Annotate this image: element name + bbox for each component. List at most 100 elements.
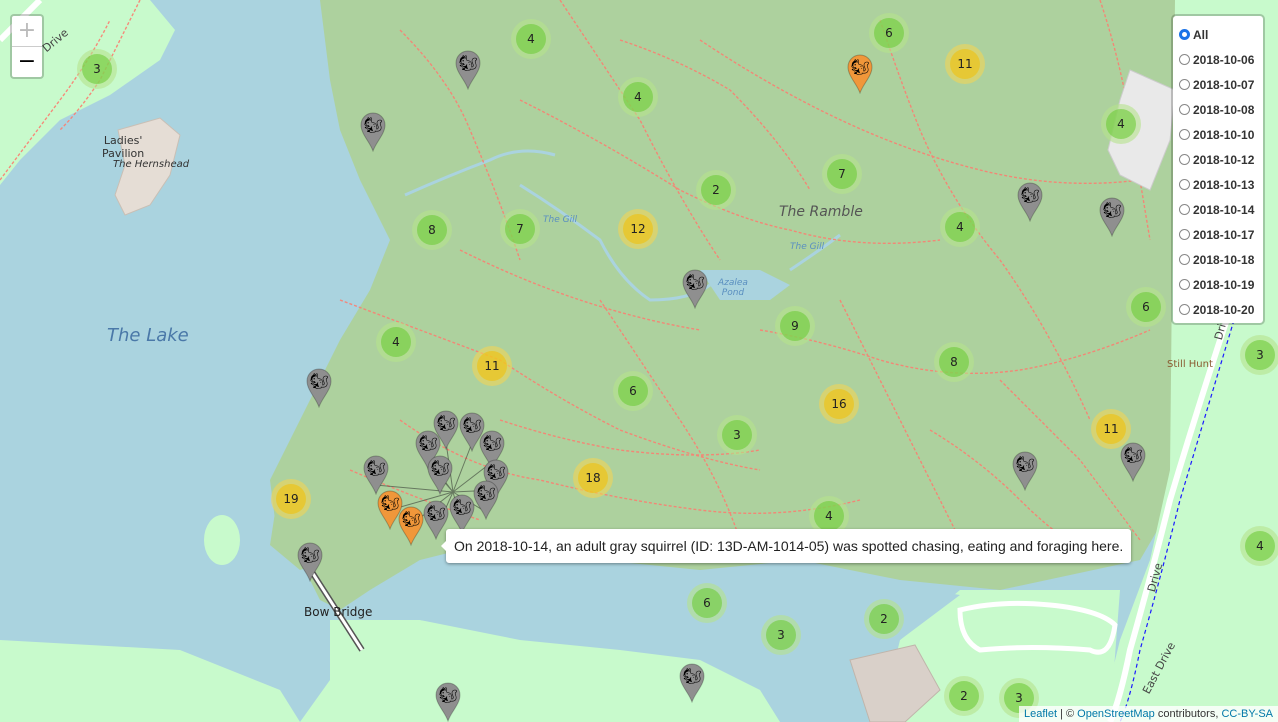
squirrel-marker[interactable]: 🐿 xyxy=(433,410,459,450)
marker-cluster[interactable]: 11 xyxy=(945,44,985,84)
squirrel-marker[interactable]: 🐿 xyxy=(306,368,332,408)
marker-cluster[interactable]: 8 xyxy=(934,342,974,382)
marker-cluster[interactable]: 4 xyxy=(1101,104,1141,144)
marker-cluster[interactable]: 9 xyxy=(775,306,815,346)
layer-option[interactable]: 2018-10-07 xyxy=(1179,72,1259,97)
layer-radio[interactable] xyxy=(1179,179,1190,190)
squirrel-marker[interactable]: 🐿 xyxy=(435,682,461,722)
layer-option[interactable]: 2018-10-19 xyxy=(1179,272,1259,297)
layer-radio[interactable] xyxy=(1179,154,1190,165)
squirrel-marker[interactable]: 🐿 xyxy=(427,455,453,495)
marker-cluster[interactable]: 4 xyxy=(618,77,658,117)
squirrel-marker[interactable]: 🐿 xyxy=(682,269,708,309)
cluster-count: 11 xyxy=(1096,414,1126,444)
squirrel-marker[interactable]: 🐿 xyxy=(1017,182,1043,222)
marker-cluster[interactable]: 7 xyxy=(822,154,862,194)
marker-cluster[interactable]: 19 xyxy=(271,479,311,519)
marker-cluster[interactable]: 3 xyxy=(761,615,801,655)
layer-radio[interactable] xyxy=(1179,304,1190,315)
cluster-count: 3 xyxy=(766,620,796,650)
marker-cluster[interactable]: 6 xyxy=(687,583,727,623)
layer-radio[interactable] xyxy=(1179,254,1190,265)
layer-option[interactable]: All xyxy=(1179,22,1259,47)
layer-option[interactable]: 2018-10-13 xyxy=(1179,172,1259,197)
layer-radio[interactable] xyxy=(1179,129,1190,140)
zoom-in-button[interactable]: + xyxy=(12,16,42,47)
osm-link[interactable]: OpenStreetMap xyxy=(1077,708,1155,720)
marker-cluster[interactable]: 18 xyxy=(573,458,613,498)
squirrel-icon: 🐿 xyxy=(300,547,320,564)
zoom-control: + − xyxy=(10,14,44,79)
marker-cluster[interactable]: 4 xyxy=(1240,526,1278,566)
marker-cluster[interactable]: 3 xyxy=(77,49,117,89)
marker-cluster[interactable]: 8 xyxy=(412,210,452,250)
cluster-count: 2 xyxy=(701,175,731,205)
layer-option[interactable]: 2018-10-06 xyxy=(1179,47,1259,72)
marker-cluster[interactable]: 11 xyxy=(472,346,512,386)
zoom-out-button[interactable]: − xyxy=(12,47,42,77)
license-link[interactable]: CC-BY-SA xyxy=(1221,708,1273,720)
attribution: Leaflet | © OpenStreetMap contributors, … xyxy=(1018,706,1278,722)
squirrel-icon: 🐿 xyxy=(401,511,421,528)
marker-cluster[interactable]: 3 xyxy=(717,415,757,455)
layer-radio[interactable] xyxy=(1179,279,1190,290)
marker-cluster[interactable]: 6 xyxy=(613,371,653,411)
layer-option[interactable]: 2018-10-20 xyxy=(1179,297,1259,322)
marker-cluster[interactable]: 6 xyxy=(869,13,909,53)
squirrel-marker[interactable]: 🐿 xyxy=(473,480,499,520)
squirrel-marker[interactable]: 🐿 xyxy=(363,455,389,495)
squirrel-marker[interactable]: 🐿 xyxy=(1099,197,1125,237)
marker-cluster[interactable]: 12 xyxy=(618,209,658,249)
squirrel-icon: 🐿 xyxy=(363,117,383,134)
squirrel-marker[interactable]: 🐿 xyxy=(679,663,705,703)
layer-label: 2018-10-07 xyxy=(1193,77,1255,92)
layer-radio[interactable] xyxy=(1179,229,1190,240)
squirrel-icon: 🐿 xyxy=(458,55,478,72)
leaflet-link[interactable]: Leaflet xyxy=(1024,708,1057,720)
marker-cluster[interactable]: 7 xyxy=(500,209,540,249)
squirrel-marker[interactable]: 🐿 xyxy=(1120,442,1146,482)
marker-cluster[interactable]: 4 xyxy=(940,207,980,247)
layer-radio[interactable] xyxy=(1179,104,1190,115)
layer-option[interactable]: 2018-10-08 xyxy=(1179,97,1259,122)
layer-radio[interactable] xyxy=(1179,204,1190,215)
layer-radio[interactable] xyxy=(1179,29,1190,40)
layer-option[interactable]: 2018-10-18 xyxy=(1179,247,1259,272)
squirrel-icon: 🐿 xyxy=(430,460,450,477)
squirrel-marker[interactable]: 🐿 xyxy=(1012,451,1038,491)
layer-label: 2018-10-08 xyxy=(1193,102,1255,117)
layer-option[interactable]: 2018-10-12 xyxy=(1179,147,1259,172)
label-the-gill-east: The Gill xyxy=(790,242,825,252)
marker-cluster[interactable]: 16 xyxy=(819,384,859,424)
squirrel-marker[interactable]: 🐿 xyxy=(847,54,873,94)
squirrel-icon: 🐿 xyxy=(682,668,702,685)
squirrel-icon: 🐿 xyxy=(438,687,458,704)
squirrel-marker[interactable]: 🐿 xyxy=(455,50,481,90)
label-the-lake: The Lake xyxy=(107,325,189,346)
layer-label: 2018-10-06 xyxy=(1193,52,1255,67)
cluster-count: 4 xyxy=(381,327,411,357)
marker-cluster[interactable]: 4 xyxy=(376,322,416,362)
layer-option[interactable]: 2018-10-10 xyxy=(1179,122,1259,147)
marker-cluster[interactable]: 2 xyxy=(864,599,904,639)
marker-cluster[interactable]: 2 xyxy=(696,170,736,210)
label-ladies-pavilion: Ladies' Pavilion xyxy=(102,134,145,160)
marker-cluster[interactable]: 6 xyxy=(1126,287,1166,327)
marker-cluster[interactable]: 4 xyxy=(511,19,551,59)
layer-radio[interactable] xyxy=(1179,54,1190,65)
layer-option[interactable]: 2018-10-14 xyxy=(1179,197,1259,222)
cluster-count: 2 xyxy=(949,681,979,711)
squirrel-marker[interactable]: 🐿 xyxy=(449,494,475,534)
squirrel-marker[interactable]: 🐿 xyxy=(360,112,386,152)
layer-label: 2018-10-17 xyxy=(1193,227,1255,242)
cluster-count: 8 xyxy=(417,215,447,245)
layer-option[interactable]: 2018-10-17 xyxy=(1179,222,1259,247)
marker-cluster[interactable]: 2 xyxy=(944,676,984,716)
squirrel-marker[interactable]: 🐿 xyxy=(377,490,403,530)
squirrel-marker[interactable]: 🐿 xyxy=(297,542,323,582)
layer-radio[interactable] xyxy=(1179,79,1190,90)
label-azalea-pond: Azalea Pond xyxy=(718,278,748,298)
marker-cluster[interactable]: 3 xyxy=(1240,335,1278,375)
map-view[interactable]: The Ramble The Lake Ladies' Pavilion The… xyxy=(0,0,1278,722)
cluster-count: 4 xyxy=(945,212,975,242)
